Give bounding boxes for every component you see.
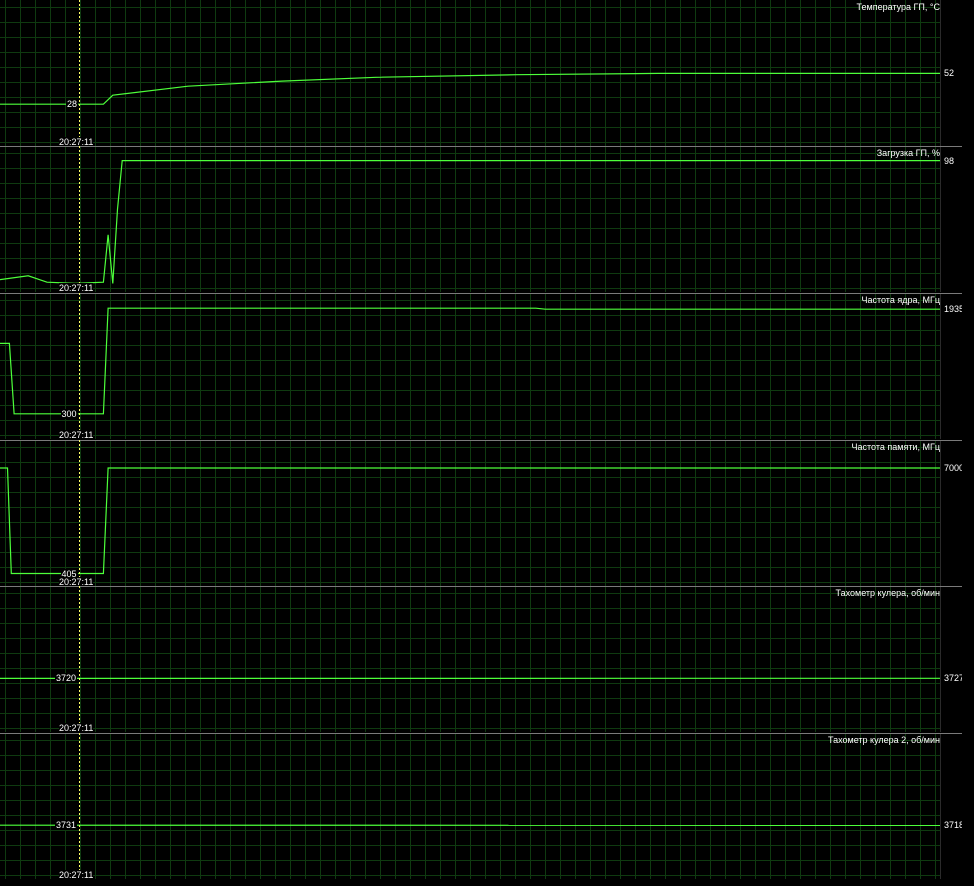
graph-panel-core-clock[interactable]: Частота ядра, МГц 1935 300 20:27:11 xyxy=(0,293,974,440)
graph-canvas[interactable] xyxy=(0,440,974,586)
cursor-value: 3720 xyxy=(55,673,78,684)
panel-title: Тахометр кулера, об/мин xyxy=(835,588,940,598)
grid xyxy=(0,146,940,292)
graph-canvas[interactable] xyxy=(0,733,974,879)
hardware-monitor: Температура ГП, °C 52 28 20:27:11 Загрузка Г… xyxy=(0,0,974,886)
grid xyxy=(0,586,940,732)
graph-canvas[interactable] xyxy=(0,293,974,439)
grid xyxy=(0,293,940,439)
cursor-value: 300 xyxy=(60,408,78,419)
panel-title: Температура ГП, °C xyxy=(856,2,940,12)
grid xyxy=(0,440,940,586)
graph-panel-gpu-temp[interactable]: Температура ГП, °C 52 28 20:27:11 xyxy=(0,0,974,147)
panel-title: Частота ядра, МГц xyxy=(861,295,940,305)
current-value: 52 xyxy=(944,68,955,79)
graph-panel-fan2[interactable]: Тахометр кулера 2, об/мин 3718 3731 20:27:1… xyxy=(0,733,974,880)
grid xyxy=(0,733,940,879)
panel-title: Частота памяти, МГц xyxy=(851,442,940,452)
cursor-time-label: 20:27:11 xyxy=(59,283,94,293)
panel-title: Тахометр кулера 2, об/мин xyxy=(828,735,940,745)
panel-title: Загрузка ГП, % xyxy=(876,148,940,158)
graph-canvas[interactable] xyxy=(0,0,974,146)
graph-canvas[interactable] xyxy=(0,586,974,732)
graph-panel-mem-clock[interactable]: Частота памяти, МГц 7000 405 20:27:11 xyxy=(0,440,974,587)
cursor-time-label: 20:27:11 xyxy=(59,430,94,440)
cursor-value: 28 xyxy=(66,99,79,110)
graph-panel-gpu-load[interactable]: Загрузка ГП, % 98 20:27:11 xyxy=(0,146,974,293)
cursor-time-label: 20:27:11 xyxy=(59,870,94,880)
cursor-value: 3731 xyxy=(55,820,78,831)
graph-panel-fan1[interactable]: Тахометр кулера, об/мин 3727 3720 20:27:11 xyxy=(0,586,974,733)
current-value: 98 xyxy=(944,155,955,166)
graph-canvas[interactable] xyxy=(0,146,974,292)
cursor-time-label: 20:27:11 xyxy=(59,723,94,733)
vertical-scrollbar[interactable] xyxy=(962,0,974,886)
